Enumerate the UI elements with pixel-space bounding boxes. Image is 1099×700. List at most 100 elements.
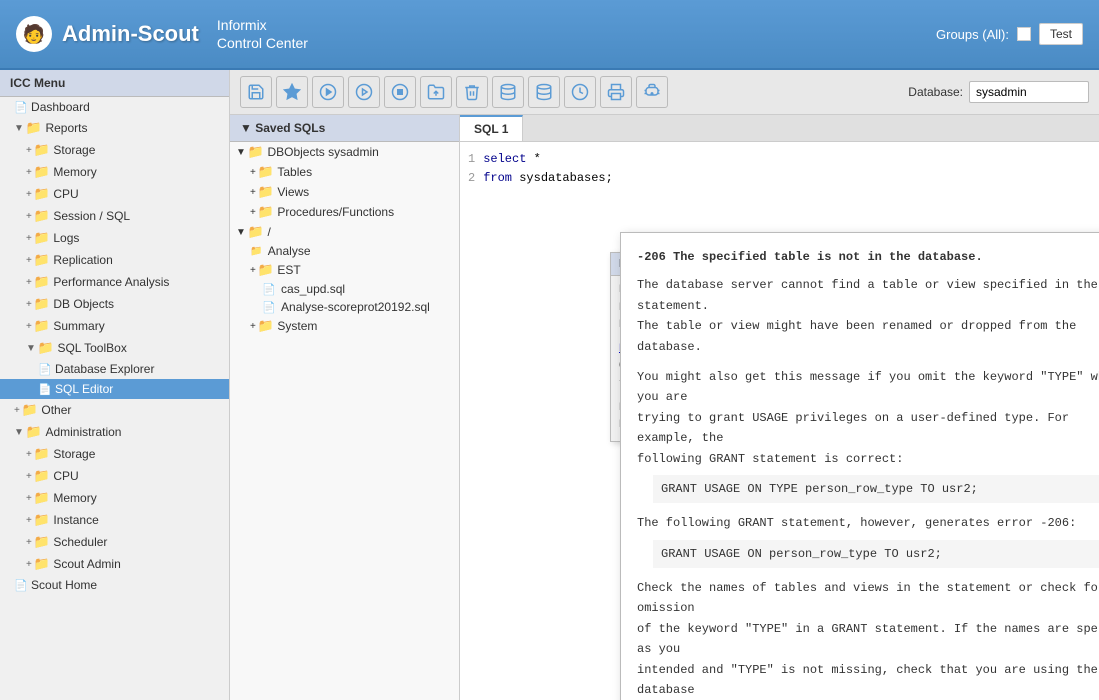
- expander-icon[interactable]: ▼: [14, 123, 24, 134]
- error-help-line5: Check the names of tables and views in t…: [637, 578, 1099, 700]
- sidebar-item-session-sql[interactable]: + 📁 Session / SQL: [0, 205, 229, 227]
- sidebar-item-db-explorer[interactable]: 📄 Database Explorer: [0, 359, 229, 379]
- tree-item-est[interactable]: + 📁 EST: [230, 260, 459, 280]
- sql-content[interactable]: 1 select * 2 from sysdatabases; Error Ex…: [460, 142, 1099, 700]
- stop-button[interactable]: [384, 76, 416, 108]
- sidebar-item-scout-admin[interactable]: + 📁 Scout Admin: [0, 553, 229, 575]
- sidebar-item-other[interactable]: + 📁 Other: [0, 399, 229, 421]
- tree-item-root[interactable]: ▼ 📁 /: [230, 222, 459, 242]
- tree-item-procedures[interactable]: + 📁 Procedures/Functions: [230, 202, 459, 222]
- folder-icon: 📁: [34, 274, 50, 290]
- print-button[interactable]: [600, 76, 632, 108]
- sidebar-item-adm-memory[interactable]: + 📁 Memory: [0, 487, 229, 509]
- sidebar-item-memory[interactable]: + 📁 Memory: [0, 161, 229, 183]
- tree-item-tables[interactable]: + 📁 Tables: [230, 162, 459, 182]
- sidebar-item-storage[interactable]: + 📁 Storage: [0, 139, 229, 161]
- folder-icon: 📁: [38, 340, 54, 356]
- save-button[interactable]: [240, 76, 272, 108]
- sidebar-item-adm-storage[interactable]: + 📁 Storage: [0, 443, 229, 465]
- test-button[interactable]: Test: [1039, 23, 1083, 45]
- sidebar-item-instance[interactable]: + 📁 Instance: [0, 509, 229, 531]
- error-code1: GRANT USAGE ON TYPE person_row_type TO u…: [653, 475, 1099, 503]
- run-step-button[interactable]: [348, 76, 380, 108]
- folder-icon: 📁: [34, 468, 50, 484]
- tree-item-system[interactable]: + 📁 System: [230, 316, 459, 336]
- sql-tabs: SQL 1: [460, 115, 1099, 142]
- folder-icon: 📁: [250, 246, 262, 257]
- database-input[interactable]: [969, 81, 1089, 103]
- delete-button[interactable]: [456, 76, 488, 108]
- db-config-button[interactable]: [528, 76, 560, 108]
- app-title: Admin-Scout: [62, 21, 199, 47]
- folder-icon: 📁: [34, 534, 50, 550]
- sidebar-item-perf[interactable]: + 📁 Performance Analysis: [0, 271, 229, 293]
- tree-item-cas-upd[interactable]: 📄 cas_upd.sql: [230, 280, 459, 298]
- sidebar-item-summary[interactable]: + 📁 Summary: [0, 315, 229, 337]
- sidebar-item-adm-cpu[interactable]: + 📁 CPU: [0, 465, 229, 487]
- folder-icon: 📁: [258, 204, 274, 220]
- sidebar-item-replication[interactable]: + 📁 Replication: [0, 249, 229, 271]
- folder-icon: 📁: [258, 184, 274, 200]
- error-help-overlay: -206 The specified table is not in the d…: [620, 232, 1099, 700]
- error-help-content: -206 The specified table is not in the d…: [621, 233, 1099, 700]
- file-icon: 📄: [262, 283, 276, 296]
- sidebar-item-reports[interactable]: ▼ 📁 Reports: [0, 117, 229, 139]
- folder-icon: 📁: [258, 164, 274, 180]
- expander-icon: +: [250, 321, 256, 332]
- expander-icon: ▼: [236, 227, 246, 238]
- folder-icon: 📁: [34, 512, 50, 528]
- sql-editor-panel: SQL 1 1 select * 2 from sysdatabases; Er…: [460, 115, 1099, 700]
- sidebar-item-logs[interactable]: + 📁 Logs: [0, 227, 229, 249]
- folder-icon: 📁: [258, 262, 274, 278]
- expander-icon: +: [250, 167, 256, 178]
- sidebar-item-sql-editor[interactable]: 📄 SQL Editor: [0, 379, 229, 399]
- sidebar-item-dashboard[interactable]: 📄 Dashboard: [0, 97, 229, 117]
- tree-item-dbobjects[interactable]: ▼ 📁 DBObjects sysadmin: [230, 142, 459, 162]
- sidebar-item-scout-home[interactable]: 📄 Scout Home: [0, 575, 229, 595]
- debug-button[interactable]: [636, 76, 668, 108]
- folder-icon: 📁: [34, 490, 50, 506]
- sidebar-item-db-objects[interactable]: + 📁 DB Objects: [0, 293, 229, 315]
- tree-item-analyse-sql[interactable]: 📄 Analyse-scoreprot20192.sql: [230, 298, 459, 316]
- groups-label: Groups (All):: [936, 27, 1009, 42]
- groups-checkbox[interactable]: [1017, 27, 1031, 41]
- tab-sql1[interactable]: SQL 1: [460, 115, 523, 141]
- workspace: ▼ Saved SQLs ▼ 📁 DBObjects sysadmin + 📁 …: [230, 115, 1099, 700]
- database-label: Database:: [908, 85, 963, 99]
- expander-icon: +: [250, 265, 256, 276]
- history-button[interactable]: [564, 76, 596, 108]
- folder-icon: 📁: [34, 230, 50, 246]
- sidebar-item-sql-toolbox[interactable]: ▼ 📁 SQL ToolBox: [0, 337, 229, 359]
- folder-icon: 📁: [34, 556, 50, 572]
- sidebar-item-cpu[interactable]: + 📁 CPU: [0, 183, 229, 205]
- toolbar: Database:: [230, 70, 1099, 115]
- main-layout: ICC Menu 📄 Dashboard ▼ 📁 Reports + 📁 Sto…: [0, 70, 1099, 700]
- folder-icon: 📁: [34, 296, 50, 312]
- file-icon: 📄: [38, 383, 52, 396]
- folder-icon: 📁: [34, 446, 50, 462]
- tree-item-analyse[interactable]: 📁 Analyse: [230, 242, 459, 260]
- favorite-button[interactable]: [276, 76, 308, 108]
- folder-icon: 📁: [248, 144, 264, 160]
- saved-sqls-header[interactable]: ▼ Saved SQLs: [230, 115, 459, 142]
- header-right: Groups (All): Test: [936, 23, 1083, 45]
- content-area: Database: ▼ Saved SQLs ▼ 📁 DBObjects sys…: [230, 70, 1099, 700]
- file-icon: 📄: [14, 579, 28, 592]
- folder-icon: 📁: [34, 208, 50, 224]
- folder-icon: 📁: [248, 224, 264, 240]
- run-button[interactable]: [312, 76, 344, 108]
- error-help-line2: The database server cannot find a table …: [637, 275, 1099, 357]
- folder-icon: 📁: [26, 120, 42, 136]
- folder-icon: 📁: [34, 252, 50, 268]
- open-button[interactable]: [420, 76, 452, 108]
- sidebar-item-administration[interactable]: ▼ 📁 Administration: [0, 421, 229, 443]
- error-help-line3: You might also get this message if you o…: [637, 367, 1099, 469]
- folder-icon: 📁: [22, 402, 38, 418]
- db-button[interactable]: [492, 76, 524, 108]
- sidebar-header: ICC Menu: [0, 70, 229, 97]
- error-help-line4: The following GRANT statement, however, …: [637, 513, 1099, 533]
- error-code2: GRANT USAGE ON person_row_type TO usr2;: [653, 540, 1099, 568]
- sidebar-item-scheduler[interactable]: + 📁 Scheduler: [0, 531, 229, 553]
- tree-item-views[interactable]: + 📁 Views: [230, 182, 459, 202]
- file-icon: 📄: [262, 301, 276, 314]
